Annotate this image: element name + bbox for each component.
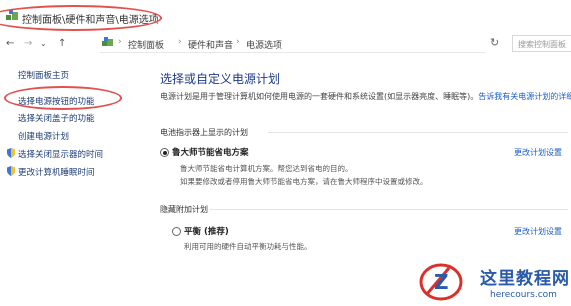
plan-name-ludashi: 鲁大师节能省电方案 <box>172 148 249 158</box>
sidebar-item-create-plan[interactable]: 创建电源计划 <box>18 130 69 142</box>
sidebar-highlight-annotation <box>4 86 122 110</box>
chevron-right-icon: › <box>178 37 182 47</box>
group-divider <box>210 209 568 210</box>
change-plan-settings-link[interactable]: 更改计划设置 <box>514 226 562 237</box>
sidebar-home-link[interactable]: 控制面板主页 <box>18 69 69 81</box>
chevron-right-icon: › <box>236 37 240 47</box>
plan-name-balanced: 平衡 (推荐) <box>184 227 229 237</box>
sidebar-item-display-off[interactable]: 选择关闭显示器的时间 <box>18 148 103 160</box>
change-plan-settings-link[interactable]: 更改计划设置 <box>514 147 562 158</box>
plan-desc-balanced: 利用可用的硬件自动平衡功耗与性能。 <box>184 242 312 251</box>
search-input[interactable]: 搜索控制面板 <box>512 35 571 52</box>
shield-icon <box>7 166 15 176</box>
refresh-button[interactable]: ↻ <box>490 36 499 49</box>
shield-icon <box>7 148 15 158</box>
plan-radio-ludashi[interactable] <box>160 148 169 157</box>
group-divider <box>268 132 568 133</box>
power-plan-info-link[interactable]: 告诉我有关电源计划的详细信息 <box>478 92 571 101</box>
sidebar-item-sleep-time[interactable]: 更改计算机睡眠时间 <box>18 166 95 178</box>
hidden-plans-label[interactable]: 隐藏附加计划 <box>160 204 208 215</box>
sidebar-item-lid-close[interactable]: 选择关闭盖子的功能 <box>18 112 95 124</box>
control-panel-small-icon <box>102 37 113 46</box>
watermark-title: 这里教程网 <box>480 269 570 289</box>
page-description: 电源计划是用于管理计算机如何使用电源的一套硬件和系统设置(如显示器亮度、睡眠等)… <box>160 91 571 102</box>
watermark-url: herecours.com <box>490 290 557 300</box>
recent-locations-button[interactable]: ⌄ <box>40 39 47 48</box>
up-button[interactable]: ↑ <box>58 38 66 49</box>
plan-desc-ludashi-2: 如果要修改或者停用鲁大师节能省电方案，请在鲁大师程序中设置或修改。 <box>180 177 428 186</box>
breadcrumb-control-panel[interactable]: 控制面板 <box>128 38 164 51</box>
watermark-logo-icon: Z <box>419 263 463 301</box>
chevron-right-icon: › <box>118 37 122 47</box>
svg-text:Z: Z <box>434 270 449 294</box>
plan-radio-balanced[interactable] <box>172 227 181 236</box>
description-text: 电源计划是用于管理计算机如何使用电源的一套硬件和系统设置(如显示器亮度、睡眠等)… <box>160 92 479 101</box>
forward-button[interactable]: → <box>24 38 32 49</box>
plan-desc-ludashi-1: 鲁大师节能省电计算机方案。帮您达到省电的目的。 <box>180 164 353 173</box>
page-title: 选择或自定义电源计划 <box>160 72 281 86</box>
back-button[interactable]: ← <box>6 38 14 49</box>
breadcrumb-power-options[interactable]: 电源选项 <box>246 38 282 51</box>
breadcrumb-hardware-sound[interactable]: 硬件和声音 <box>188 38 233 51</box>
battery-group-label: 电池指示器上显示的计划 <box>160 128 248 137</box>
